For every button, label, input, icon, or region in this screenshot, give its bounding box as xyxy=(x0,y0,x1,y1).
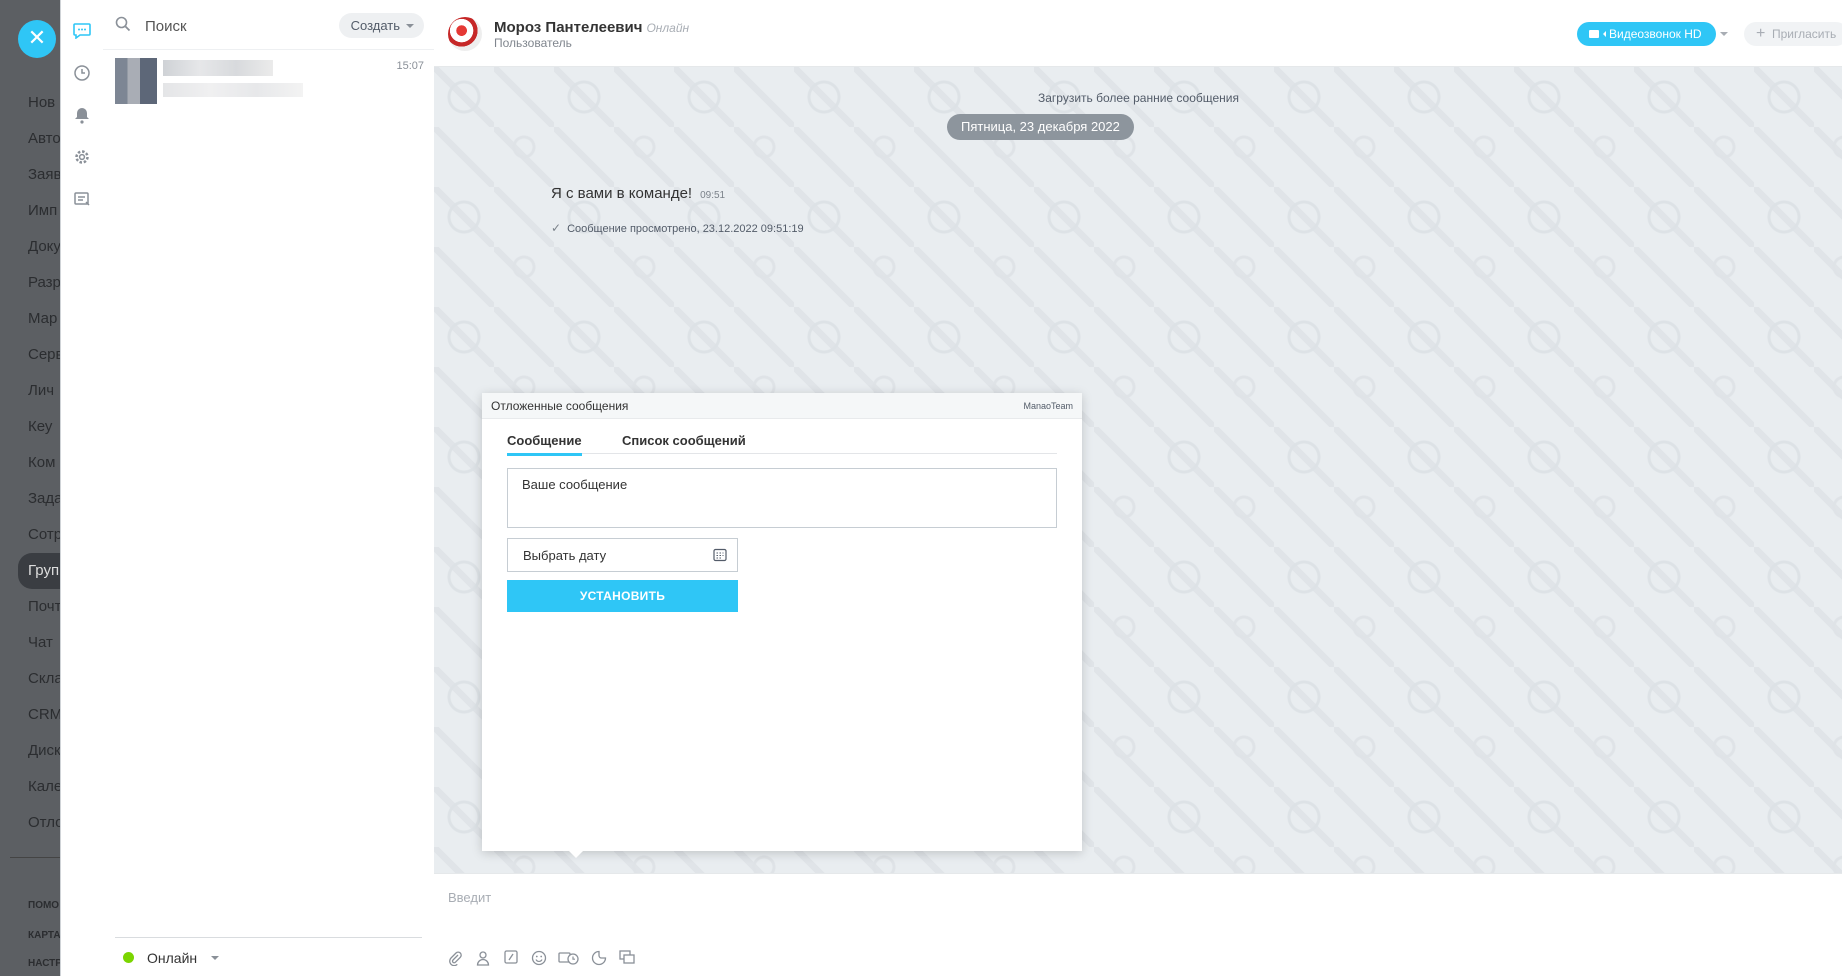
message-read-status: ✓ Сообщение просмотрено, 23.12.2022 09:51… xyxy=(551,221,804,235)
dialog-user-role: Пользователь xyxy=(494,36,572,50)
video-call-menu-chevron-icon[interactable] xyxy=(1720,32,1728,40)
background-menu-item: CRM xyxy=(28,706,60,723)
background-menu-item: Доку xyxy=(28,238,60,255)
message-read-text: Сообщение просмотрено, 23.12.2022 09:51:… xyxy=(567,223,804,235)
background-menu-item: Груп xyxy=(18,553,60,589)
background-divider xyxy=(10,857,60,858)
history-icon[interactable] xyxy=(71,62,93,84)
set-schedule-button[interactable]: УСТАНОВИТЬ xyxy=(507,580,738,612)
close-icon: ✕ xyxy=(27,25,47,50)
status-label: Онлайн xyxy=(147,950,198,966)
tab-message[interactable]: Сообщение xyxy=(507,433,582,456)
recent-chat-item[interactable]: 15:07 xyxy=(103,50,434,114)
dialog-user-name: Мороз Пантелеевич xyxy=(494,19,643,36)
video-camera-icon xyxy=(1589,30,1606,38)
scheduled-message-textarea[interactable] xyxy=(507,468,1057,528)
bell-icon[interactable] xyxy=(71,104,93,126)
message-time: 09:51 xyxy=(700,190,726,201)
load-earlier-messages-link[interactable]: Загрузить более ранние сообщения xyxy=(434,91,1842,105)
messenger-icon-rail xyxy=(61,0,104,976)
background-menu-item: Мар xyxy=(28,310,58,327)
message-input-placeholder: Введит xyxy=(448,890,492,905)
message-text: Я с вами в команде! xyxy=(551,185,693,202)
dialog-panel: Мороз Пантелеевич Онлайн Пользователь Вид… xyxy=(434,0,1842,977)
user-icon[interactable] xyxy=(474,950,492,968)
date-input[interactable] xyxy=(521,547,705,564)
date-separator: Пятница, 23 декабря 2022 xyxy=(947,114,1134,140)
message-input-area[interactable]: Введит xyxy=(434,873,1842,977)
background-menu-item: Кале xyxy=(28,778,60,795)
calendar-icon[interactable] xyxy=(713,548,727,562)
recent-chats-panel: Создать 15:07 Онлайн xyxy=(103,0,435,976)
attach-icon[interactable] xyxy=(446,950,464,968)
avatar xyxy=(115,58,157,104)
date-picker-field[interactable] xyxy=(507,538,738,572)
tab-message-list[interactable]: Список сообщений xyxy=(622,433,746,453)
scheduled-messages-icon[interactable] xyxy=(71,188,93,210)
popup-pointer xyxy=(568,850,584,858)
close-messenger-button[interactable]: ✕ xyxy=(18,20,56,58)
background-menu-item: Диск xyxy=(28,742,60,759)
invite-label: Пригласить xyxy=(1772,27,1837,41)
background-menu-item: Чат xyxy=(28,634,53,651)
plus-icon: + xyxy=(1756,25,1766,42)
background-menu-item: Авто xyxy=(28,130,60,147)
search-input[interactable] xyxy=(143,12,337,40)
blurred-chat-name xyxy=(163,60,273,76)
popup-header: Отложенные сообщения ManaoTeam xyxy=(482,393,1082,419)
video-call-label: Видеозвонок HD xyxy=(1609,27,1702,41)
background-footer-item: ПОМО xyxy=(28,900,60,911)
background-menu-item: Ком xyxy=(28,454,56,471)
smile-icon[interactable] xyxy=(530,950,548,968)
search-icon xyxy=(115,16,131,37)
blurred-chat-preview xyxy=(163,83,303,97)
chat-icon[interactable] xyxy=(71,20,93,42)
background-menu-item: Сотр xyxy=(28,526,60,543)
scheduled-message-icon[interactable] xyxy=(558,950,580,968)
online-status: Онлайн xyxy=(646,21,690,35)
chat-windows-icon[interactable] xyxy=(618,950,636,968)
status-selector[interactable]: Онлайн xyxy=(115,937,422,976)
message-bubble[interactable]: Я с вами в команде! 09:51 xyxy=(551,185,725,202)
background-menu-item: Имп xyxy=(28,202,58,219)
avatar[interactable] xyxy=(448,17,482,51)
background-menu-item: Отло xyxy=(28,814,60,831)
check-icon: ✓ xyxy=(551,221,562,235)
background-menu-item: Кеу xyxy=(28,418,53,435)
background-menu-item: Заяв xyxy=(28,166,60,183)
online-status-icon xyxy=(123,952,134,963)
background-footer-item: КАРТА xyxy=(28,930,60,941)
popup-title: Отложенные сообщения xyxy=(491,399,629,413)
background-menu-item: Нов xyxy=(28,94,56,111)
invite-button[interactable]: + Пригласить xyxy=(1744,22,1842,46)
chevron-down-icon xyxy=(211,956,219,964)
background-menu-item: Лич xyxy=(28,382,55,399)
scheduled-messages-popup: Отложенные сообщения ManaoTeam Сообщение… xyxy=(482,393,1082,858)
sticker-icon[interactable] xyxy=(590,950,608,968)
dialog-title[interactable]: Мороз Пантелеевич Онлайн xyxy=(494,19,689,36)
background-menu-item: Почт xyxy=(28,598,60,615)
background-menu-item: Серв xyxy=(28,346,60,363)
search-row: Создать xyxy=(103,0,434,50)
background-menu: Нов Авто Заяв Имп Доку Разр Мар Серв Лич Кеу Ком За… xyxy=(18,85,60,841)
background-menu-item: Зада xyxy=(28,490,60,507)
messenger-window: Создать 15:07 Онлайн Мороз ПантелеевичОн… xyxy=(60,0,1842,977)
video-call-button[interactable]: Видеозвонок HD xyxy=(1577,22,1716,46)
recent-chat-time: 15:07 xyxy=(396,60,424,72)
background-portal: Нов Авто Заяв Имп Доку Разр Мар Серв Лич Кеу Ком За… xyxy=(0,0,60,976)
gear-icon[interactable] xyxy=(71,146,93,168)
background-menu-item: Скла xyxy=(28,670,60,687)
popup-brand: ManaoTeam xyxy=(1023,401,1073,411)
popup-tabs: Сообщение Список сообщений xyxy=(507,431,1057,456)
background-menu-item: Разр xyxy=(28,274,60,291)
create-button[interactable]: Создать xyxy=(338,13,424,38)
background-footer-item: НАСТР xyxy=(28,958,60,969)
dialog-header: Мороз Пантелеевич Онлайн Пользователь Вид… xyxy=(434,0,1842,67)
command-icon[interactable] xyxy=(502,950,520,968)
